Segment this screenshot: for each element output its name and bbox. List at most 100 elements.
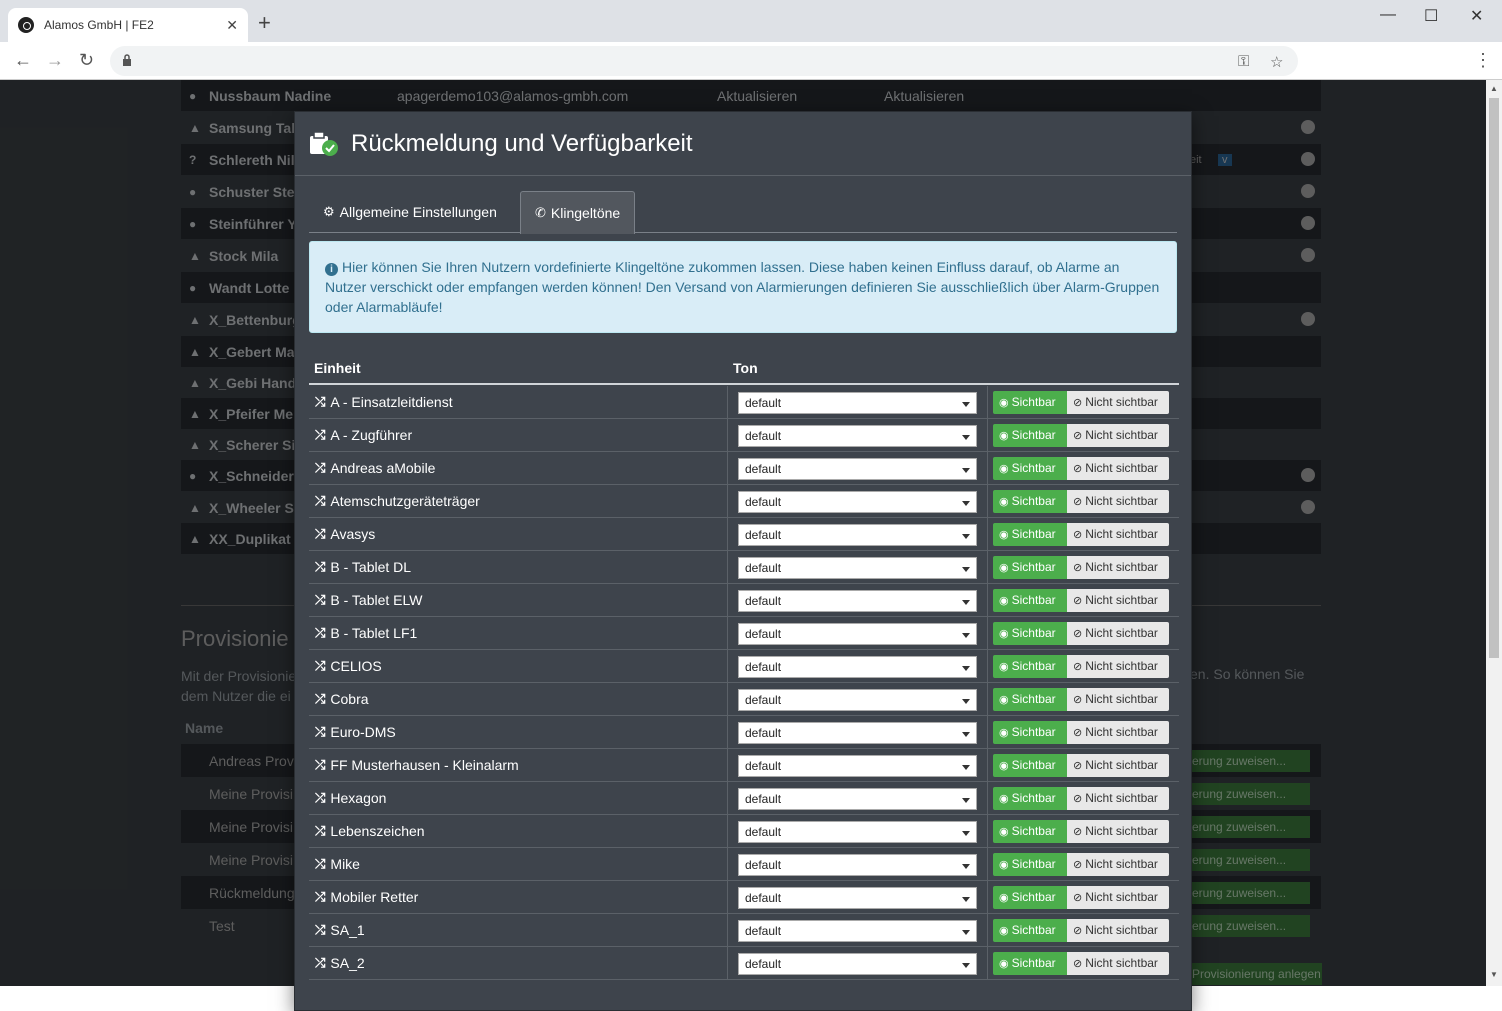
ringtone-select[interactable]: default xyxy=(738,920,977,942)
not-visible-button[interactable]: ⊘ Nicht sichtbar xyxy=(1067,655,1169,678)
not-visible-button[interactable]: ⊘ Nicht sichtbar xyxy=(1067,919,1169,942)
key-icon[interactable]: ⚿ xyxy=(1238,53,1249,70)
visible-button[interactable]: ◉ Sichtbar xyxy=(993,754,1067,777)
visible-label: Sichtbar xyxy=(1011,626,1056,640)
ringtone-select[interactable]: default xyxy=(738,590,977,612)
scroll-down-icon[interactable]: ▼ xyxy=(1490,970,1498,979)
ringtone-select[interactable]: default xyxy=(738,821,977,843)
ringtone-select[interactable]: default xyxy=(738,953,977,975)
shuffle-icon: ⤮ xyxy=(315,427,326,442)
eye-slash-icon: ⊘ xyxy=(1073,958,1083,970)
tab-ringtones[interactable]: ✆ Klingeltöne xyxy=(520,191,636,234)
reload-icon[interactable]: ↻ xyxy=(79,50,94,71)
eye-slash-icon: ⊘ xyxy=(1073,562,1083,574)
forward-icon[interactable]: → xyxy=(46,50,64,71)
scrollbar-thumb[interactable] xyxy=(1489,98,1499,658)
not-visible-button[interactable]: ⊘ Nicht sichtbar xyxy=(1067,688,1169,711)
browser-menu-icon[interactable]: ⋮ xyxy=(1474,50,1492,71)
star-icon[interactable]: ☆ xyxy=(1270,53,1283,71)
visible-button[interactable]: ◉ Sichtbar xyxy=(993,589,1067,612)
visible-button[interactable]: ◉ Sichtbar xyxy=(993,391,1067,414)
column-separator xyxy=(727,716,728,749)
not-visible-button[interactable]: ⊘ Nicht sichtbar xyxy=(1067,721,1169,744)
not-visible-button[interactable]: ⊘ Nicht sichtbar xyxy=(1067,886,1169,909)
ringtone-select[interactable]: default xyxy=(738,854,977,876)
ringtone-select[interactable]: default xyxy=(738,755,977,777)
ringtone-select[interactable]: default xyxy=(738,524,977,546)
ringtone-select[interactable]: default xyxy=(738,788,977,810)
not-visible-button[interactable]: ⊘ Nicht sichtbar xyxy=(1067,424,1169,447)
shuffle-icon: ⤮ xyxy=(315,757,326,772)
not-visible-button[interactable]: ⊘ Nicht sichtbar xyxy=(1067,457,1169,480)
ringtone-select[interactable]: default xyxy=(738,491,977,513)
not-visible-button[interactable]: ⊘ Nicht sichtbar xyxy=(1067,523,1169,546)
visible-label: Sichtbar xyxy=(1011,890,1056,904)
column-separator xyxy=(727,584,728,617)
not-visible-button[interactable]: ⊘ Nicht sichtbar xyxy=(1067,952,1169,975)
ringtone-select[interactable]: default xyxy=(738,392,977,414)
ringtone-select[interactable]: default xyxy=(738,425,977,447)
ringtone-select[interactable]: default xyxy=(738,689,977,711)
column-separator xyxy=(987,815,988,848)
column-separator xyxy=(987,518,988,551)
visible-button[interactable]: ◉ Sichtbar xyxy=(993,853,1067,876)
visible-button[interactable]: ◉ Sichtbar xyxy=(993,787,1067,810)
not-visible-button[interactable]: ⊘ Nicht sichtbar xyxy=(1067,391,1169,414)
visible-label: Sichtbar xyxy=(1011,527,1056,541)
browser-tab[interactable]: Alamos GmbH | FE2 ✕ xyxy=(8,8,248,42)
eye-slash-icon: ⊘ xyxy=(1073,826,1083,838)
visible-button[interactable]: ◉ Sichtbar xyxy=(993,457,1067,480)
ringtone-select[interactable]: default xyxy=(738,458,977,480)
ringtone-select[interactable]: default xyxy=(738,623,977,645)
not-visible-button[interactable]: ⊘ Nicht sichtbar xyxy=(1067,787,1169,810)
not-visible-button[interactable]: ⊘ Nicht sichtbar xyxy=(1067,853,1169,876)
back-icon[interactable]: ← xyxy=(14,50,32,71)
tab-general-settings[interactable]: ⚙ Allgemeine Einstellungen xyxy=(309,191,511,233)
window-close-icon[interactable]: ✕ xyxy=(1470,6,1483,26)
info-icon: i xyxy=(325,263,338,276)
column-header-unit: Einheit xyxy=(314,360,361,376)
not-visible-button[interactable]: ⊘ Nicht sichtbar xyxy=(1067,556,1169,579)
ringtone-select[interactable]: default xyxy=(738,656,977,678)
not-visible-button[interactable]: ⊘ Nicht sichtbar xyxy=(1067,490,1169,513)
ringtone-value: default xyxy=(745,627,782,641)
visible-button[interactable]: ◉ Sichtbar xyxy=(993,886,1067,909)
not-visible-button[interactable]: ⊘ Nicht sichtbar xyxy=(1067,754,1169,777)
ringtone-select[interactable]: default xyxy=(738,887,977,909)
visible-button[interactable]: ◉ Sichtbar xyxy=(993,721,1067,744)
eye-icon: ◉ xyxy=(999,727,1009,739)
not-visible-button[interactable]: ⊘ Nicht sichtbar xyxy=(1067,622,1169,645)
address-bar[interactable]: ⚿ ☆ xyxy=(110,46,1298,76)
scroll-up-icon[interactable]: ▲ xyxy=(1490,84,1498,93)
visible-button[interactable]: ◉ Sichtbar xyxy=(993,424,1067,447)
page-scrollbar[interactable]: ▲ ▼ xyxy=(1486,80,1502,986)
visible-button[interactable]: ◉ Sichtbar xyxy=(993,490,1067,513)
ringtone-value: default xyxy=(745,858,782,872)
ringtone-select[interactable]: default xyxy=(738,722,977,744)
not-visible-button[interactable]: ⊘ Nicht sichtbar xyxy=(1067,589,1169,612)
visible-button[interactable]: ◉ Sichtbar xyxy=(993,688,1067,711)
visible-button[interactable]: ◉ Sichtbar xyxy=(993,655,1067,678)
chevron-down-icon xyxy=(962,468,970,473)
visible-button[interactable]: ◉ Sichtbar xyxy=(993,523,1067,546)
visible-button[interactable]: ◉ Sichtbar xyxy=(993,556,1067,579)
visible-button[interactable]: ◉ Sichtbar xyxy=(993,820,1067,843)
unit-name: SA_1 xyxy=(330,922,365,938)
info-alert: i Hier können Sie Ihren Nutzern vordefini… xyxy=(309,241,1177,333)
unit-cell: ⤮ FF Musterhausen - Kleinalarm xyxy=(315,757,519,773)
visible-label: Sichtbar xyxy=(1011,956,1056,970)
not-visible-label: Nicht sichtbar xyxy=(1085,560,1158,574)
maximize-icon[interactable]: ☐ xyxy=(1424,6,1438,26)
new-tab-button[interactable]: + xyxy=(258,12,271,34)
visible-button[interactable]: ◉ Sichtbar xyxy=(993,919,1067,942)
visible-button[interactable]: ◉ Sichtbar xyxy=(993,952,1067,975)
column-separator xyxy=(987,782,988,815)
tab-close-icon[interactable]: ✕ xyxy=(226,17,238,34)
chevron-down-icon xyxy=(962,897,970,902)
minimize-icon[interactable]: — xyxy=(1380,6,1396,24)
unit-name: Lebenszeichen xyxy=(330,823,425,839)
not-visible-label: Nicht sichtbar xyxy=(1085,494,1158,508)
ringtone-select[interactable]: default xyxy=(738,557,977,579)
visible-button[interactable]: ◉ Sichtbar xyxy=(993,622,1067,645)
not-visible-button[interactable]: ⊘ Nicht sichtbar xyxy=(1067,820,1169,843)
